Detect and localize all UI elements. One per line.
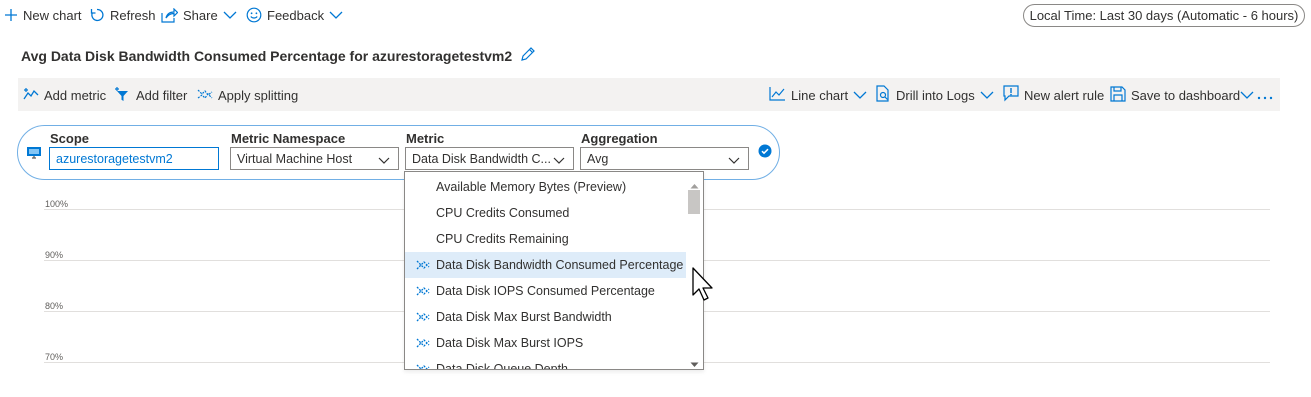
- y-tick-label: 90%: [45, 250, 64, 260]
- pencil-icon[interactable]: [520, 46, 536, 65]
- chart-command-bar: Add metric Add filter Apply splitting Li…: [18, 78, 1280, 111]
- new-alert-rule-button[interactable]: New alert rule: [1003, 85, 1105, 105]
- dropdown-item-label: Data Disk Bandwidth Consumed Percentage: [436, 258, 684, 272]
- dropdown-item-data-disk-iops-consumed[interactable]: Data Disk IOPS Consumed Percentage: [405, 278, 686, 304]
- dropdown-item-label: Data Disk Max Burst IOPS: [436, 336, 584, 350]
- share-button[interactable]: Share: [161, 6, 237, 24]
- plus-icon: [4, 8, 18, 22]
- aggregation-select[interactable]: Avg: [580, 147, 749, 170]
- dropdown-item-available-memory-bytes[interactable]: Available Memory Bytes (Preview): [405, 174, 686, 200]
- metric-namespace-value: Virtual Machine Host: [237, 151, 353, 166]
- metric-icon: [416, 310, 430, 327]
- save-to-dashboard-button[interactable]: Save to dashboard: [1110, 85, 1254, 105]
- metric-icon: [416, 258, 430, 275]
- refresh-button[interactable]: Refresh: [89, 6, 156, 24]
- save-to-dashboard-label: Save to dashboard: [1131, 87, 1241, 103]
- smiley-icon: [246, 7, 262, 23]
- line-chart-label: Line chart: [791, 87, 849, 103]
- feedback-label: Feedback: [267, 7, 325, 23]
- dropdown-item-label: Data Disk Max Burst Bandwidth: [436, 310, 612, 324]
- apply-splitting-label: Apply splitting: [218, 87, 299, 103]
- refresh-icon: [89, 7, 105, 23]
- metric-namespace-label: Metric Namespace: [231, 131, 346, 146]
- y-tick-label: 70%: [45, 352, 64, 362]
- add-filter-button[interactable]: Add filter: [114, 86, 187, 104]
- chevron-down-icon: [223, 10, 237, 20]
- metric-label: Metric: [406, 131, 445, 146]
- drill-into-logs-label: Drill into Logs: [896, 87, 975, 103]
- page-title: Avg Data Disk Bandwidth Consumed Percent…: [21, 46, 536, 65]
- alert-icon: [1003, 85, 1019, 105]
- mouse-pointer-icon: [692, 267, 714, 306]
- new-chart-label: New chart: [23, 7, 82, 23]
- dropdown-item-cpu-credits-consumed[interactable]: CPU Credits Consumed: [405, 200, 686, 226]
- scrollbar-thumb[interactable]: [688, 190, 700, 214]
- add-metric-label: Add metric: [44, 87, 107, 103]
- new-alert-rule-label: New alert rule: [1024, 87, 1105, 103]
- check-circle-icon[interactable]: [758, 144, 772, 161]
- metric-namespace-select[interactable]: Virtual Machine Host: [230, 147, 399, 170]
- metric-select[interactable]: Data Disk Bandwidth C...: [405, 147, 574, 170]
- add-filter-label: Add filter: [136, 87, 188, 103]
- top-toolbar: New chart Refresh Share Feedback Local T…: [0, 0, 1311, 30]
- drill-into-logs-button[interactable]: Drill into Logs: [875, 85, 994, 105]
- dropdown-item-data-disk-queue-depth[interactable]: Data Disk Queue Depth: [405, 356, 686, 370]
- feedback-button[interactable]: Feedback: [246, 6, 343, 24]
- scope-input[interactable]: azurestoragetestvm2: [49, 147, 219, 170]
- aggregation-label: Aggregation: [581, 131, 658, 146]
- scope-label: Scope: [50, 131, 90, 146]
- dropdown-item-label: CPU Credits Consumed: [436, 206, 570, 220]
- apply-splitting-button[interactable]: Apply splitting: [197, 86, 298, 104]
- dropdown-item-label: Data Disk IOPS Consumed Percentage: [436, 284, 655, 298]
- dropdown-item-data-disk-bandwidth-consumed[interactable]: Data Disk Bandwidth Consumed Percentage: [405, 252, 686, 278]
- filter-icon: [114, 86, 131, 105]
- dropdown-item-label: CPU Credits Remaining: [436, 232, 569, 246]
- dropdown-item-label: Data Disk Queue Depth: [436, 362, 569, 370]
- metric-dropdown-list[interactable]: Available Memory Bytes (Preview) CPU Cre…: [404, 171, 704, 370]
- chevron-down-icon: [378, 154, 390, 168]
- chevron-down-icon: [329, 10, 343, 20]
- logs-icon: [875, 85, 891, 105]
- metric-icon: [23, 87, 39, 104]
- splitting-icon: [197, 87, 213, 104]
- scroll-down-arrow-icon[interactable]: [690, 356, 699, 369]
- metric-value: Data Disk Bandwidth C...: [412, 151, 551, 166]
- dropdown-item-data-disk-max-burst-iops[interactable]: Data Disk Max Burst IOPS: [405, 330, 686, 356]
- y-tick-label: 80%: [45, 301, 64, 311]
- chevron-down-icon: [728, 154, 740, 168]
- chevron-down-icon: [1240, 88, 1254, 103]
- metric-icon: [416, 284, 430, 301]
- virtual-machine-icon: [26, 146, 42, 164]
- y-tick-label: 100%: [45, 199, 69, 209]
- chevron-down-icon: [853, 88, 867, 103]
- share-label: Share: [183, 7, 218, 23]
- aggregation-value: Avg: [587, 151, 609, 166]
- dropdown-item-label: Available Memory Bytes (Preview): [436, 180, 627, 194]
- metric-icon: [416, 362, 430, 369]
- add-metric-button[interactable]: Add metric: [23, 86, 106, 104]
- more-options-button[interactable]: [1257, 86, 1273, 104]
- time-range-picker[interactable]: Local Time: Last 30 days (Automatic - 6 …: [1023, 4, 1305, 27]
- dropdown-item-data-disk-max-burst-bandwidth[interactable]: Data Disk Max Burst Bandwidth: [405, 304, 686, 330]
- more-icon: [1257, 88, 1273, 103]
- chevron-down-icon: [980, 88, 994, 103]
- metric-icon: [416, 336, 430, 353]
- save-icon: [1110, 85, 1126, 105]
- line-chart-icon: [769, 86, 786, 104]
- line-chart-button[interactable]: Line chart: [769, 86, 867, 104]
- refresh-label: Refresh: [110, 7, 156, 23]
- dropdown-item-cpu-credits-remaining[interactable]: CPU Credits Remaining: [405, 226, 686, 252]
- share-icon: [161, 7, 178, 23]
- new-chart-button[interactable]: New chart: [4, 6, 82, 24]
- chevron-down-icon: [553, 154, 565, 168]
- chart-title-text: Avg Data Disk Bandwidth Consumed Percent…: [21, 47, 513, 64]
